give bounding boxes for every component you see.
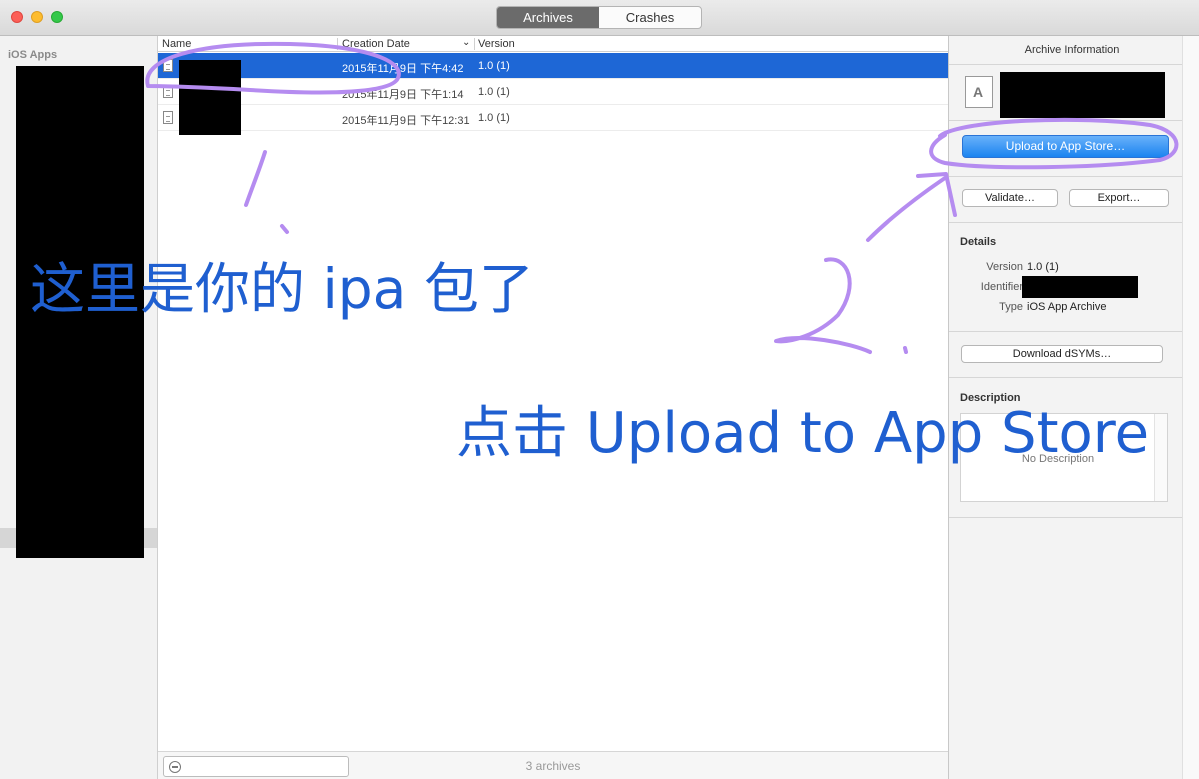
- minimize-window-button[interactable]: [31, 11, 43, 23]
- tab-archives[interactable]: Archives: [497, 7, 599, 28]
- sort-chevron-down-icon: ⌄: [462, 37, 471, 48]
- detail-value-type: iOS App Archive: [1027, 301, 1107, 313]
- archive-date: 2015年11月9日 下午4:42: [342, 63, 464, 75]
- app-store-archive-icon: A: [965, 76, 993, 108]
- annotation-upload-note: 点击 Upload to App Store: [456, 401, 1150, 466]
- column-divider: [337, 38, 338, 50]
- close-window-button[interactable]: [11, 11, 23, 23]
- archive-version: 1.0 (1): [478, 60, 510, 72]
- zoom-window-button[interactable]: [51, 11, 63, 23]
- title-bar: Archives Crashes: [0, 0, 1199, 36]
- divider: [949, 331, 1183, 332]
- archive-document-icon: [163, 59, 173, 72]
- sidebar-header: iOS Apps: [8, 49, 58, 61]
- divider: [949, 64, 1183, 65]
- column-headers: Name Creation Date ⌄ Version: [158, 36, 948, 52]
- archive-version: 1.0 (1): [478, 112, 510, 124]
- details-heading: Details: [960, 236, 997, 248]
- archive-document-icon: [163, 111, 173, 124]
- archive-count: 3 archives: [525, 759, 581, 773]
- inspector-title: Archive Information: [1024, 44, 1120, 56]
- annotation-ipa-note: 这里是你的 ipa 包了: [30, 257, 534, 321]
- download-dsyms-button[interactable]: Download dSYMs…: [961, 345, 1163, 363]
- redacted-identifier: [1022, 276, 1138, 298]
- tab-crashes[interactable]: Crashes: [599, 7, 701, 28]
- view-segmented-control: Archives Crashes: [496, 6, 702, 29]
- archive-version: 1.0 (1): [478, 86, 510, 98]
- archive-row[interactable]: 2015年11月9日 下午12:31 1.0 (1): [158, 105, 948, 131]
- inspector-scrollbar[interactable]: [1182, 36, 1199, 779]
- sidebar: iOS Apps: [0, 36, 158, 779]
- detail-label-version: Version: [986, 261, 1023, 273]
- detail-label-identifier: Identifier: [980, 281, 1023, 293]
- archive-date: 2015年11月9日 下午1:14: [342, 89, 464, 101]
- column-header-creation-date[interactable]: Creation Date: [342, 38, 410, 50]
- upload-to-app-store-button[interactable]: Upload to App Store…: [962, 135, 1169, 158]
- divider: [949, 222, 1183, 223]
- archive-row[interactable]: 2015年11月9日 下午1:14 1.0 (1): [158, 79, 948, 105]
- export-button[interactable]: Export…: [1069, 189, 1169, 207]
- archive-document-icon: [163, 85, 173, 98]
- detail-label-type: Type: [999, 301, 1023, 313]
- redacted-archive-names: [179, 60, 241, 135]
- description-scrollbar[interactable]: [1154, 414, 1167, 501]
- column-header-version[interactable]: Version: [478, 38, 515, 50]
- validate-button[interactable]: Validate…: [962, 189, 1058, 207]
- archive-date: 2015年11月9日 下午12:31: [342, 115, 470, 127]
- archive-row[interactable]: 2015年11月9日 下午4:42 1.0 (1): [158, 53, 948, 79]
- column-divider: [474, 38, 475, 50]
- divider: [949, 176, 1183, 177]
- detail-value-version: 1.0 (1): [1027, 261, 1059, 273]
- divider: [949, 377, 1183, 378]
- divider: [949, 120, 1183, 121]
- list-footer: 3 archives: [158, 751, 948, 779]
- divider: [949, 517, 1183, 518]
- redacted-archive-name: [1000, 72, 1165, 118]
- column-header-name[interactable]: Name: [162, 38, 191, 50]
